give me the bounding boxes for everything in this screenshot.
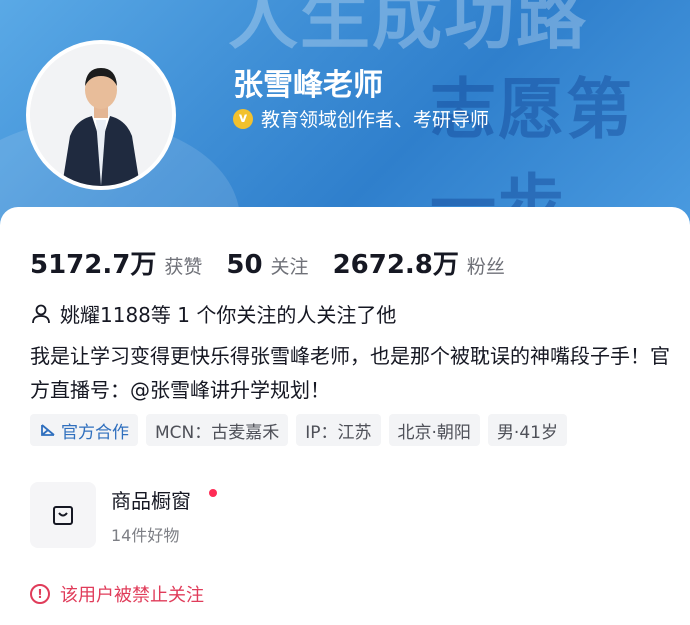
avatar[interactable] <box>26 40 176 190</box>
profile-banner: 人生成功路 志愿第一步 张雪峰老师 v 教育领域创作者、考研导师 <box>0 0 690 232</box>
official-partner-icon <box>41 424 55 436</box>
shop-bag-glyph <box>53 506 73 525</box>
shop-title: 商品橱窗 <box>111 488 191 513</box>
verification-text: 教育领域创作者、考研导师 <box>261 109 490 131</box>
verification-row: v 教育领域创作者、考研导师 <box>233 105 489 132</box>
tag-ip: IP：江苏 <box>296 414 381 446</box>
warning-text: 该用户被禁止关注 <box>60 585 204 606</box>
following-count[interactable]: 50 <box>226 250 262 280</box>
tag-location: 北京·朝阳 <box>388 414 480 446</box>
verified-icon: v <box>233 108 253 129</box>
followers-label[interactable]: 粉丝 <box>467 252 505 279</box>
profile-card: 5172.7万 获赞 50 关注 2672.8万 粉丝 姚耀1188等 1 个你… <box>0 207 690 625</box>
shop-notification-dot <box>209 488 217 497</box>
profile-bio: 我是让学习变得更快乐得张雪峰老师，也是那个被耽误的神嘴段子手！官方直播号：@张雪… <box>30 344 670 402</box>
tag-official-partner[interactable]: 官方合作 <box>30 414 138 446</box>
shop-text: 商品橱窗 14件好物 <box>111 485 217 546</box>
mutual-follow-row[interactable]: 姚耀1188等 1 个你关注的人关注了他 <box>30 299 396 328</box>
shop-bag-icon <box>30 482 96 548</box>
banner-slogan-2: 志愿第一步 <box>430 71 634 232</box>
avatar-photo <box>30 44 172 186</box>
stats-row: 5172.7万 获赞 50 关注 2672.8万 粉丝 <box>30 244 529 281</box>
mutual-follow-text: 姚耀1188等 1 个你关注的人关注了他 <box>60 303 397 327</box>
tag-mcn[interactable]: MCN：古麦嘉禾 <box>146 414 289 446</box>
profile-name: 张雪峰老师 <box>233 68 383 103</box>
followers-count[interactable]: 2672.8万 <box>333 244 459 281</box>
likes-count: 5172.7万 <box>30 250 157 280</box>
banner-slogan-1: 人生成功路 <box>228 0 588 59</box>
following-label[interactable]: 关注 <box>271 252 309 279</box>
follow-banned-notice: ! 该用户被禁止关注 <box>30 581 204 607</box>
shop-window[interactable]: 商品橱窗 14件好物 <box>30 482 217 548</box>
warning-icon: ! <box>30 584 50 604</box>
profile-tags: 官方合作 MCN：古麦嘉禾 IP：江苏 北京·朝阳 男·41岁 <box>30 414 575 446</box>
person-icon <box>32 304 50 323</box>
likes-label: 获赞 <box>164 256 203 278</box>
tag-gender-age: 男·41岁 <box>487 414 567 446</box>
tag-official-label: 官方合作 <box>61 422 129 443</box>
shop-subtitle: 14件好物 <box>111 525 180 545</box>
